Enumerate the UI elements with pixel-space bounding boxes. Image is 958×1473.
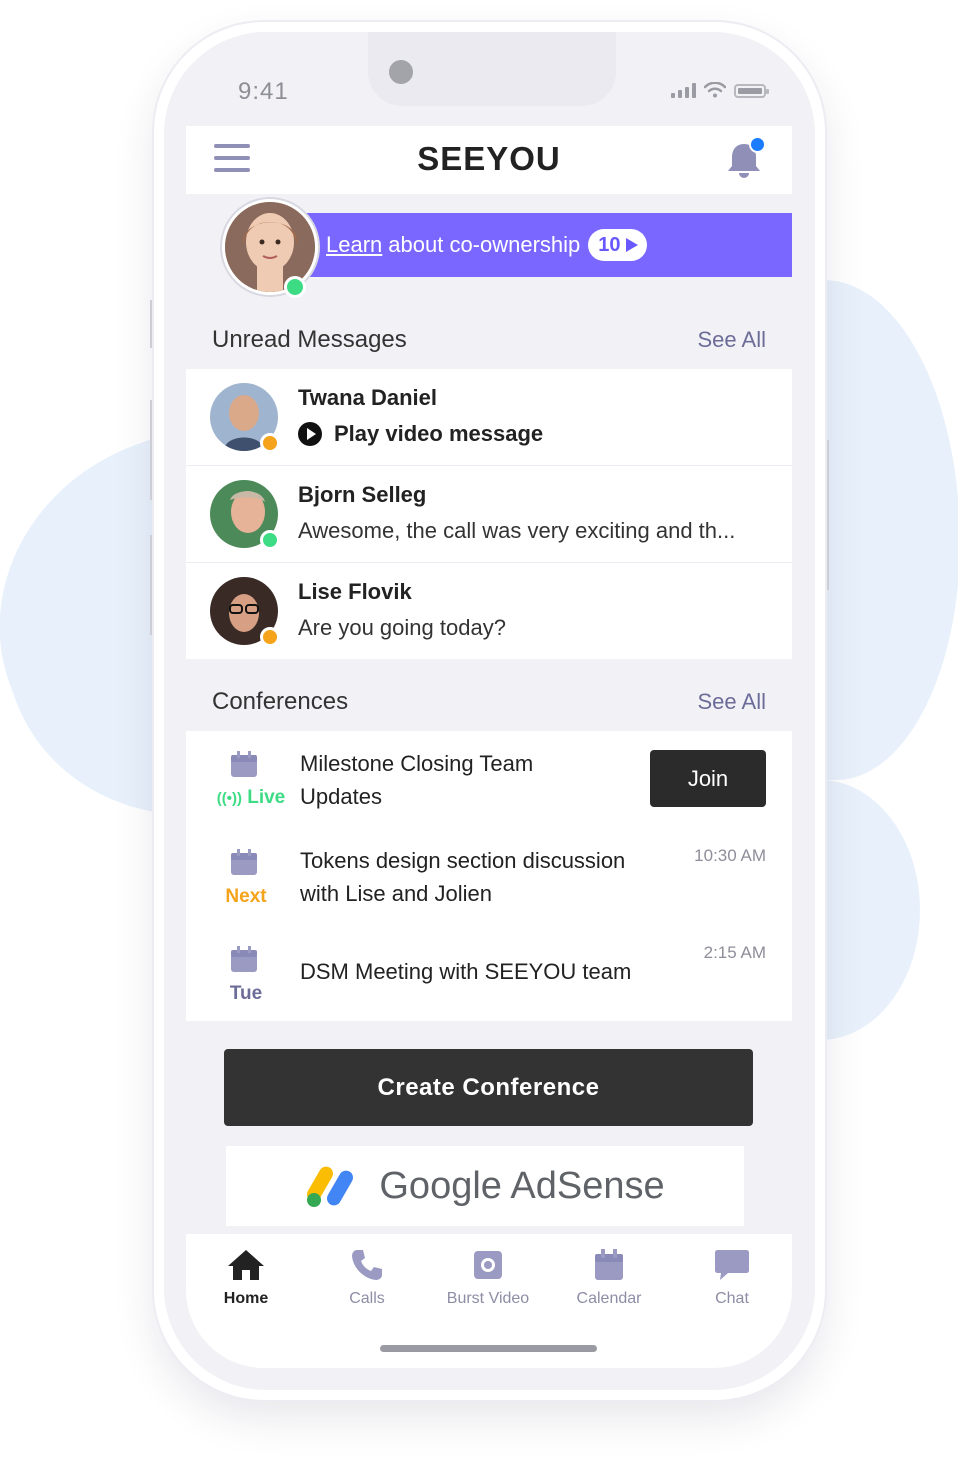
conference-title: DSM Meeting with SEEYOU team (300, 959, 632, 984)
message-text: Are you going today? (298, 615, 506, 640)
phone-icon (352, 1250, 382, 1280)
message-sender: Twana Daniel (298, 385, 437, 410)
message-sender: Lise Flovik (298, 579, 412, 604)
conference-time: 10:30 AM (694, 846, 766, 865)
conferences-title: Conferences (212, 688, 349, 715)
unread-messages-title: Unread Messages (212, 326, 407, 353)
notification-bell-icon[interactable] (724, 136, 766, 180)
play-video-message[interactable]: Play video message (298, 421, 543, 447)
adsense-text: Google AdSense (379, 1164, 665, 1207)
promo-text: about co-ownership (388, 232, 581, 257)
signal-icon (671, 82, 696, 98)
live-status: ((•)) Live (216, 787, 286, 808)
tab-calls[interactable]: Calls (307, 1248, 427, 1308)
notification-dot (749, 136, 766, 153)
message-text: Awesome, the call was very exciting and … (298, 518, 736, 543)
calendar-icon (231, 946, 257, 972)
away-status-dot (260, 433, 280, 453)
message-text: Play video message (334, 421, 544, 446)
status-icons (671, 82, 769, 98)
conference-time: 2:15 AM (703, 943, 766, 962)
tab-label: Chat (715, 1290, 749, 1307)
tab-label: Home (223, 1290, 269, 1307)
conferences-see-all-link[interactable]: See All (698, 689, 767, 715)
conference-title: Tokens design section discussion with Li… (300, 848, 626, 906)
play-icon (298, 422, 322, 446)
conference-item[interactable]: Tue DSM Meeting with SEEYOU team 2:15 AM (186, 925, 792, 1021)
message-sender: Bjorn Selleg (298, 482, 427, 507)
home-icon (228, 1250, 264, 1280)
message-item[interactable]: Lise Flovik Are you going today? (186, 563, 792, 659)
live-broadcast-icon: ((•)) (216, 790, 242, 807)
ad-banner[interactable]: Google AdSense (226, 1146, 744, 1226)
conference-item[interactable]: ((•)) Live Milestone Closing Team Update… (186, 731, 792, 827)
app-header: SEEYOU (186, 126, 792, 194)
status-time: 9:41 (238, 78, 289, 105)
camera-icon (474, 1251, 502, 1279)
tab-home[interactable]: Home (186, 1248, 306, 1308)
chat-icon (715, 1250, 749, 1280)
calendar-icon (231, 849, 257, 875)
home-indicator[interactable] (380, 1345, 597, 1352)
tab-calendar[interactable]: Calendar (549, 1248, 669, 1308)
message-item[interactable]: Twana Daniel Play video message (186, 369, 792, 466)
wifi-icon (704, 82, 726, 98)
conference-item[interactable]: Next Tokens design section discussion wi… (186, 828, 792, 924)
promo-learn-link[interactable]: Learn (326, 232, 382, 258)
day-status: Tue (229, 983, 263, 1004)
unread-messages-list: Twana Daniel Play video message Bjorn Se… (186, 369, 792, 659)
online-status-dot (260, 530, 280, 550)
next-status: Next (225, 886, 267, 907)
conference-title: Milestone Closing Team Updates (300, 751, 534, 809)
promo-badge-count: 10 (598, 233, 621, 256)
notch (368, 32, 616, 106)
app-logo: SEEYOU (417, 140, 561, 177)
tab-label: Burst Video (446, 1290, 530, 1307)
front-camera (389, 60, 413, 84)
conferences-list: ((•)) Live Milestone Closing Team Update… (186, 731, 792, 1021)
play-triangle-icon (625, 238, 638, 252)
calendar-icon (595, 1249, 623, 1280)
unread-see-all-link[interactable]: See All (698, 327, 767, 353)
promo-badge[interactable]: 10 (588, 229, 647, 261)
tab-burst-video[interactable]: Burst Video (428, 1248, 548, 1308)
tab-label: Calendar (576, 1290, 642, 1307)
calendar-icon (231, 751, 257, 777)
phone-screen: 9:41 SEEYOU Learn about co-ownership 10 (186, 32, 792, 1368)
promo-banner[interactable]: Learn about co-ownership 10 (304, 213, 792, 277)
tab-chat[interactable]: Chat (672, 1248, 792, 1308)
create-conference-button[interactable]: Create Conference (224, 1049, 753, 1126)
adsense-logo-icon (307, 1166, 354, 1207)
away-status-dot (260, 627, 280, 647)
battery-icon (734, 84, 769, 98)
online-status-dot (284, 276, 306, 298)
join-button[interactable]: Join (650, 750, 766, 807)
tab-label: Calls (349, 1290, 385, 1307)
message-item[interactable]: Bjorn Selleg Awesome, the call was very … (186, 466, 792, 563)
